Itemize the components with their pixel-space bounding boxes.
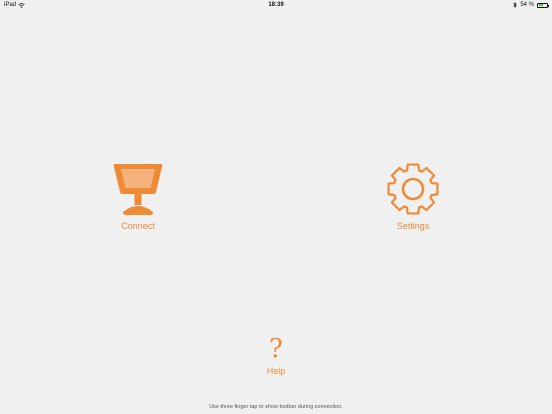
bluetooth-icon (513, 2, 517, 8)
settings-button[interactable]: Settings (383, 161, 443, 231)
status-right: 54 % (513, 2, 549, 8)
status-time: 18:39 (268, 2, 284, 8)
question-mark-icon: ? (269, 334, 283, 364)
footer-hint: Use three finger tap to show toolbar dur… (209, 404, 343, 410)
presentation-podium-icon (113, 164, 163, 215)
connect-label: Connect (121, 221, 155, 231)
help-label: Help (266, 366, 286, 376)
help-button[interactable]: ? Help (256, 336, 296, 376)
settings-label: Settings (396, 221, 430, 231)
connect-button[interactable]: Connect (108, 161, 168, 231)
battery-icon (537, 2, 549, 8)
gear-icon (387, 163, 439, 215)
battery-percent: 54 % (520, 2, 534, 8)
status-bar: iPad 18:39 54 % (0, 0, 552, 10)
battery-level-fill (538, 4, 544, 6)
